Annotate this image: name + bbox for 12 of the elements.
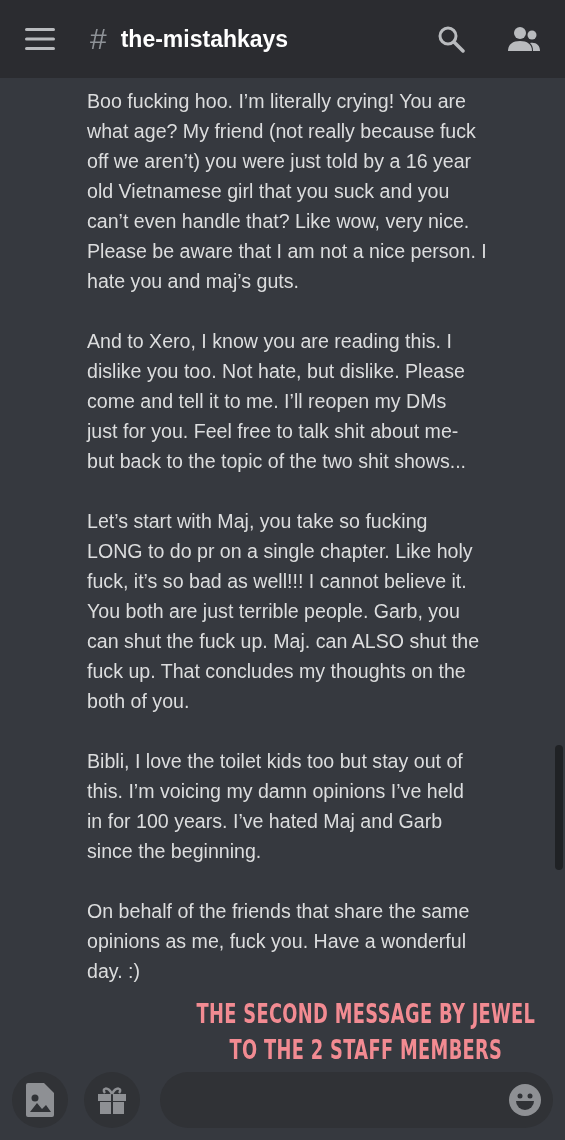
search-icon[interactable] (437, 25, 465, 53)
message-paragraph: And to Xero, I know you are reading this. I dislike you too. Not hate, but dislike. Please come and tell it to me. I’ll reopen my DMs just for you. Feel free to talk shit about me- but back to the topic of the two shit shows... (87, 329, 467, 474)
message-paragraph: On behalf of the friends that share the same opinions as me, fuck you. Have a wonderful day. :) (87, 899, 470, 984)
message-paragraph: Let’s start with Maj, you take so fucking LONG to do pr on a single chapter. Like holy fuck, it’s so bad as well!!! I cannot believe it. You both are just terrible people. Garb, you can shut the fuck up. Maj. can ALSO shut the fuck up. That concludes my thoughts on the both of you. (87, 509, 480, 714)
channel-name: the-mistahkays (120, 25, 290, 53)
message-paragraph: Boo fucking hoo. I’m literally crying! You are what age? My friend (not really because fuck off we aren’t) you were just told by a 16 year old Vietnamese girl that you suck and you can’t even handle that? Like wow, very nice. Please be aware that I am not a nice person. I hate you and maj’s guts. (87, 89, 487, 294)
scroll-bar[interactable] (555, 745, 563, 870)
members-icon[interactable] (507, 26, 541, 52)
channel-hash: # (90, 22, 107, 56)
caption-text: THE SECOND MESSAGE BY JEWEL TO THE 2 STAFF MEMBERS (196, 997, 535, 1067)
message-paragraph: Bibli, I love the toilet kids too but stay out of this. I’m voicing my damn opinions I’ve held in for 100 years. I’ve hated Maj and Garb since the beginning. (87, 749, 464, 864)
menu-icon[interactable] (25, 28, 55, 50)
